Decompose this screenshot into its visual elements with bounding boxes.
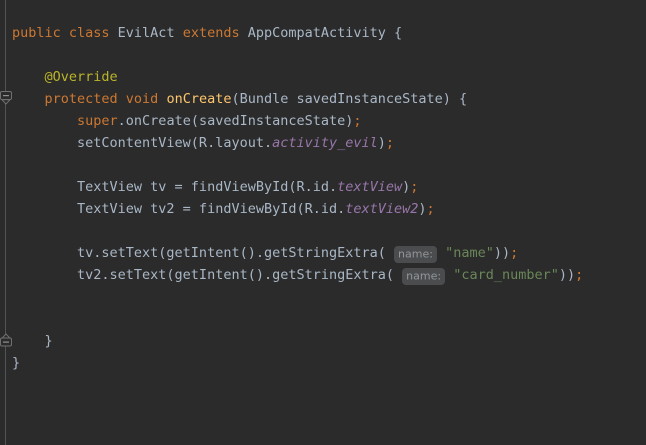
parameter-name-hint: name: xyxy=(402,268,445,285)
code-line[interactable] xyxy=(12,220,646,242)
code-line[interactable]: } xyxy=(12,352,646,374)
code-token: EvilAct xyxy=(118,25,183,41)
code-line[interactable]: TextView tv = findViewById(R.id.textView… xyxy=(12,176,646,198)
fold-region-line xyxy=(5,0,6,445)
code-token: ; xyxy=(510,245,518,261)
code-token xyxy=(445,267,453,283)
fold-collapse-end-icon[interactable] xyxy=(0,333,12,347)
code-token: onCreate xyxy=(166,91,231,107)
code-token xyxy=(12,113,77,129)
code-token: } xyxy=(12,355,20,371)
code-token: "name" xyxy=(445,245,494,261)
code-token: )) xyxy=(559,267,575,283)
code-token: ; xyxy=(575,267,583,283)
code-line[interactable]: protected void onCreate(Bundle savedInst… xyxy=(12,88,646,110)
code-token: textView xyxy=(337,179,402,195)
code-token xyxy=(12,69,45,85)
code-token: @Override xyxy=(45,69,118,85)
code-line[interactable]: tv.setText(getIntent().getStringExtra( n… xyxy=(12,242,646,264)
code-line[interactable]: } xyxy=(12,330,646,352)
code-token: ; xyxy=(427,201,435,217)
code-token: super xyxy=(77,113,118,129)
code-line[interactable] xyxy=(12,154,646,176)
parameter-name-hint: name: xyxy=(394,246,437,263)
code-token: tv.setText(getIntent().getStringExtra( xyxy=(12,245,394,261)
code-line[interactable]: super.onCreate(savedInstanceState); xyxy=(12,110,646,132)
code-token: ) xyxy=(378,135,386,151)
code-token: protected void xyxy=(45,91,167,107)
code-token xyxy=(12,91,45,107)
code-token: ; xyxy=(353,113,361,129)
code-token: ) xyxy=(418,201,426,217)
code-line[interactable]: tv2.setText(getIntent().getStringExtra( … xyxy=(12,264,646,286)
code-token: activity_evil xyxy=(272,135,378,151)
code-line[interactable] xyxy=(12,286,646,308)
code-line[interactable]: @Override xyxy=(12,66,646,88)
code-area[interactable]: public class EvilAct extends AppCompatAc… xyxy=(12,22,646,374)
code-line[interactable] xyxy=(12,44,646,66)
code-token: "card_number" xyxy=(453,267,559,283)
code-token: public class xyxy=(12,25,118,41)
code-token: setContentView(R.layout. xyxy=(12,135,272,151)
code-line[interactable]: TextView tv2 = findViewById(R.id.textVie… xyxy=(12,198,646,220)
code-token: ; xyxy=(386,135,394,151)
code-token: extends xyxy=(183,25,248,41)
code-token: TextView tv2 = findViewById(R.id. xyxy=(12,201,345,217)
fold-collapse-start-icon[interactable] xyxy=(0,91,12,105)
code-token: )) xyxy=(494,245,510,261)
code-token: textView2 xyxy=(345,201,418,217)
code-editor[interactable]: public class EvilAct extends AppCompatAc… xyxy=(0,0,646,445)
code-token: (Bundle savedInstanceState) { xyxy=(231,91,467,107)
code-token xyxy=(437,245,445,261)
code-line[interactable]: setContentView(R.layout.activity_evil); xyxy=(12,132,646,154)
code-line[interactable]: public class EvilAct extends AppCompatAc… xyxy=(12,22,646,44)
code-token: TextView tv = findViewById(R.id. xyxy=(12,179,337,195)
code-token: tv2.setText(getIntent().getStringExtra( xyxy=(12,267,402,283)
code-token: AppCompatActivity { xyxy=(248,25,402,41)
code-token: .onCreate(savedInstanceState) xyxy=(118,113,354,129)
code-token: ; xyxy=(410,179,418,195)
code-token: } xyxy=(12,333,53,349)
code-line[interactable] xyxy=(12,308,646,330)
